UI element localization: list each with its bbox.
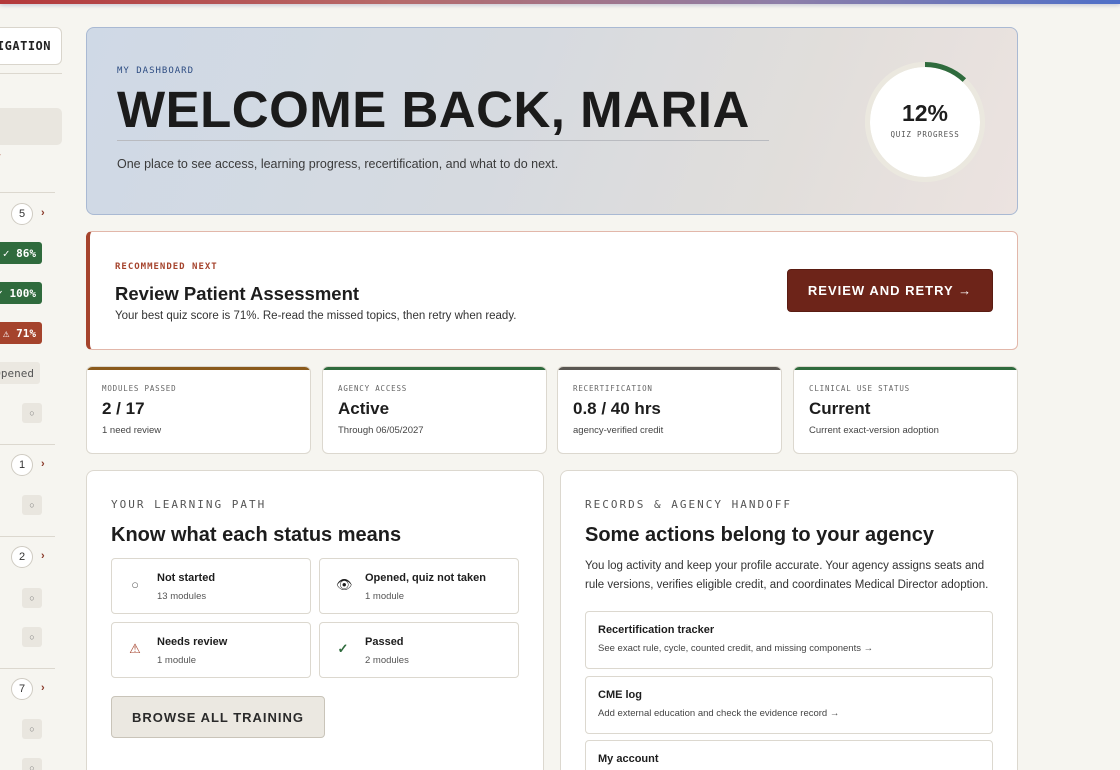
sidebar-divider <box>0 668 55 669</box>
stat-card-recertification: RECERTIFICATION 0.8 / 40 hrs agency-veri… <box>557 366 782 454</box>
chevron-right-icon[interactable]: › <box>41 458 45 470</box>
quiz-progress-label: QUIZ PROGRESS <box>890 130 960 139</box>
circle-icon: ○ <box>131 577 139 592</box>
sidebar: IGATION w 5 › ✓ 86% ✓ 100% ⚠ 71% Opened … <box>0 0 70 770</box>
review-and-retry-button[interactable]: REVIEW AND RETRY → <box>787 269 993 312</box>
stat-label: RECERTIFICATION <box>573 384 653 393</box>
module-review-badge: ⚠ 71% <box>0 322 42 344</box>
stat-card-modules-passed: MODULES PASSED 2 / 17 1 need review <box>86 366 311 454</box>
module-opened-badge: Opened <box>0 362 40 384</box>
link-description: See exact rule, cycle, counted credit, a… <box>598 643 874 654</box>
stat-value: Current <box>809 399 871 418</box>
sidebar-group-count: 2 <box>11 546 33 568</box>
link-description: Add external education and check the evi… <box>598 708 840 719</box>
status-name: Passed <box>365 636 404 648</box>
stat-label: CLINICAL USE STATUS <box>809 384 910 393</box>
recommended-next-card: RECOMMENDED NEXT Review Patient Assessme… <box>86 231 1018 350</box>
sidebar-divider <box>0 444 55 445</box>
hero-eyebrow: MY DASHBOARD <box>117 66 195 76</box>
sidebar-divider <box>0 73 62 74</box>
eye-icon: 👁 <box>336 577 353 592</box>
not-started-icon: ○ <box>22 758 42 770</box>
stat-card-agency-access: AGENCY ACCESS Active Through 06/05/2027 <box>322 366 547 454</box>
status-passed: ✓ Passed 2 modules <box>319 622 519 678</box>
records-handoff-panel: RECORDS & AGENCY HANDOFF Some actions be… <box>560 470 1018 770</box>
sidebar-item-active[interactable] <box>0 108 62 145</box>
recommended-title: Review Patient Assessment <box>115 283 360 304</box>
recommended-eyebrow: RECOMMENDED NEXT <box>115 262 218 272</box>
quiz-progress-value: 12% <box>901 100 949 126</box>
top-accent-bar <box>0 0 1120 4</box>
learning-path-panel: YOUR LEARNING PATH Know what each status… <box>86 470 544 770</box>
records-eyebrow: RECORDS & AGENCY HANDOFF <box>585 498 792 511</box>
stat-accent-bar <box>323 367 546 370</box>
stat-card-clinical-use-status: CLINICAL USE STATUS Current Current exac… <box>793 366 1018 454</box>
status-count: 13 modules <box>157 591 207 602</box>
hero-subtitle: One place to see access, learning progre… <box>117 157 559 171</box>
stat-accent-bar <box>794 367 1017 370</box>
status-needs-review: ⚠ Needs review 1 module <box>111 622 311 678</box>
not-started-icon: ○ <box>22 627 42 647</box>
hero-divider <box>117 140 769 141</box>
not-started-icon: ○ <box>22 588 42 608</box>
learning-path-title: Know what each status means <box>111 524 402 546</box>
stat-note: Current exact-version adoption <box>809 425 939 436</box>
stat-value: 0.8 / 40 hrs <box>573 399 661 418</box>
status-name: Not started <box>157 572 216 584</box>
stat-accent-bar <box>87 367 310 370</box>
page-title: WELCOME BACK, MARIA <box>117 81 750 138</box>
status-name: Opened, quiz not taken <box>365 572 487 584</box>
stat-note: agency-verified credit <box>573 425 664 436</box>
sidebar-group-count: 1 <box>11 454 33 476</box>
cme-log-link[interactable]: CME log Add external education and check… <box>585 676 993 734</box>
records-description: You log activity and keep your profile a… <box>585 560 989 591</box>
status-opened: 👁 Opened, quiz not taken 1 module <box>319 558 519 614</box>
chevron-right-icon[interactable]: › <box>41 682 45 694</box>
sidebar-divider <box>0 192 55 193</box>
link-title: CME log <box>598 689 642 701</box>
status-count: 1 module <box>157 655 197 666</box>
status-name: Needs review <box>157 636 228 648</box>
status-not-started: ○ Not started 13 modules <box>111 558 311 614</box>
stat-accent-bar <box>558 367 781 370</box>
sidebar-divider <box>0 536 55 537</box>
recommended-subtitle: Your best quiz score is 71%. Re-read the… <box>115 310 517 322</box>
module-score-badge: ✓ 100% <box>0 282 42 304</box>
sidebar-group-count: 7 <box>11 678 33 700</box>
stat-label: AGENCY ACCESS <box>338 384 408 393</box>
welcome-hero: MY DASHBOARD WELCOME BACK, MARIA One pla… <box>86 27 1018 215</box>
not-started-icon: ○ <box>22 719 42 739</box>
module-score-badge: ✓ 86% <box>0 242 42 264</box>
status-count: 1 module <box>365 591 405 602</box>
stat-value: 2 / 17 <box>102 399 145 418</box>
not-started-icon: ○ <box>22 495 42 515</box>
records-title: Some actions belong to your agency <box>585 524 934 546</box>
not-started-icon: ○ <box>22 403 42 423</box>
stat-label: MODULES PASSED <box>102 384 177 393</box>
warning-icon: ⚠ <box>129 641 141 656</box>
chevron-right-icon[interactable]: › <box>41 207 45 219</box>
stat-value: Active <box>338 399 390 418</box>
navigation-toggle-button[interactable]: IGATION <box>0 27 62 65</box>
status-count: 2 modules <box>365 655 409 666</box>
browse-all-training-button[interactable]: BROWSE ALL TRAINING <box>111 696 325 738</box>
stat-note: Through 06/05/2027 <box>338 425 424 436</box>
my-account-link[interactable]: My account <box>585 740 993 770</box>
stat-note: 1 need review <box>102 425 162 436</box>
learning-path-eyebrow: YOUR LEARNING PATH <box>111 498 267 511</box>
chevron-right-icon[interactable]: › <box>41 550 45 562</box>
recertification-tracker-link[interactable]: Recertification tracker See exact rule, … <box>585 611 993 669</box>
check-icon: ✓ <box>337 641 349 656</box>
link-title: Recertification tracker <box>598 624 715 636</box>
link-title: My account <box>598 753 659 765</box>
sidebar-group-count: 5 <box>11 203 33 225</box>
